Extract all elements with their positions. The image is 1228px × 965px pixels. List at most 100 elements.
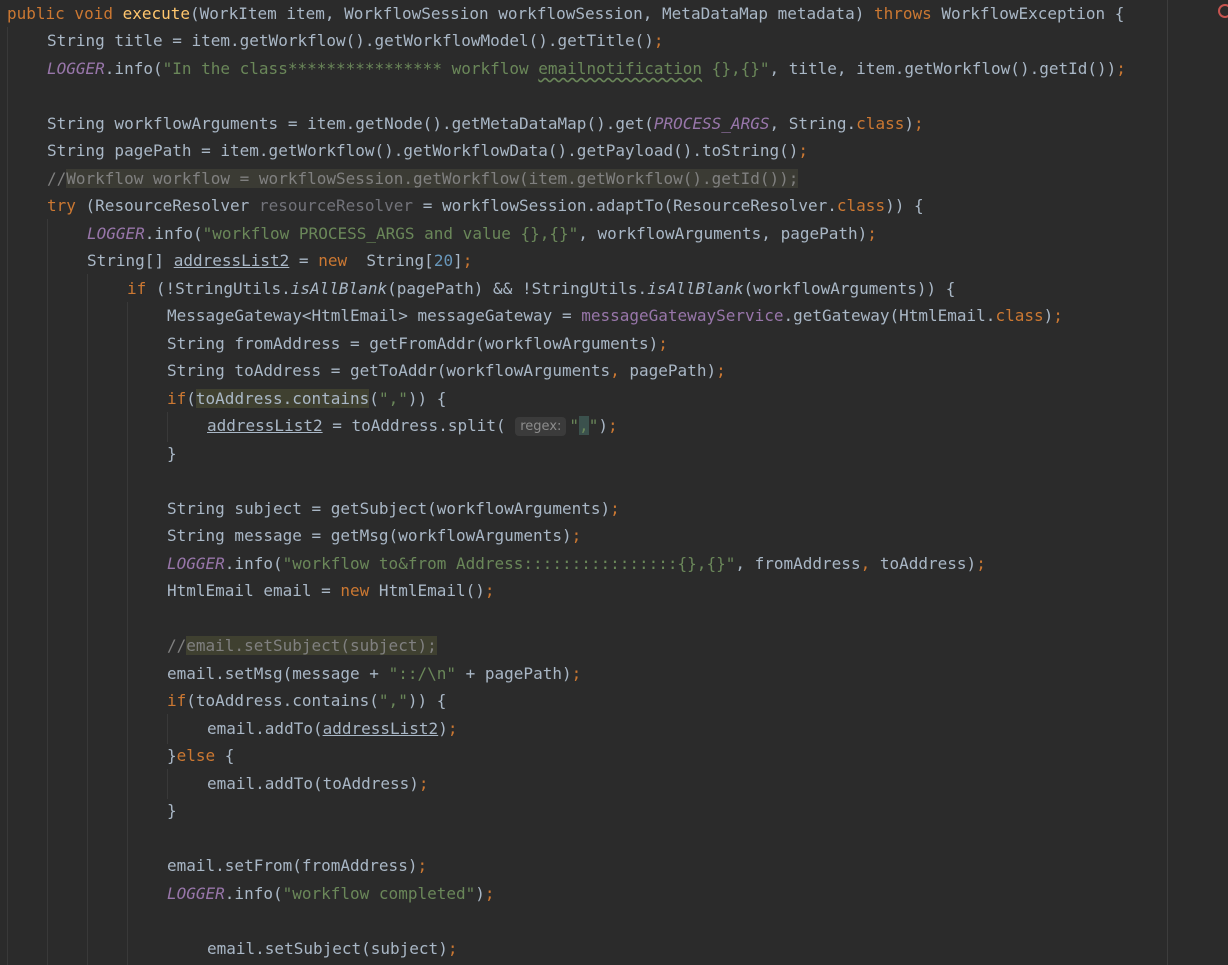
error-indicator-icon[interactable]	[1218, 4, 1228, 18]
code-line-8[interactable]: try (ResourceResolver resourceResolver =…	[7, 192, 924, 219]
code-text: (WorkItem item, WorkflowSession workflow…	[190, 4, 874, 23]
code-line-16[interactable]: addressList2 = toAddress.split( regex: ",…	[7, 412, 618, 439]
code-text: )	[904, 114, 914, 133]
code-text: )	[475, 884, 485, 903]
code-line-35[interactable]: email.setSubject(subject);	[7, 935, 457, 962]
code-line-14[interactable]: String toAddress = getToAddr(workflowArg…	[7, 357, 726, 384]
semicolon: ;	[571, 664, 582, 683]
keyword: throws	[873, 4, 932, 23]
keyword: public void	[7, 4, 123, 23]
keyword: if	[167, 691, 187, 710]
code-line-12[interactable]: MessageGateway<HtmlEmail> messageGateway…	[7, 302, 1063, 329]
code-text: String message = getMsg(workflowArgument…	[167, 526, 572, 545]
semicolon: ;	[1053, 306, 1063, 325]
code-text: email.setSubject(subject)	[207, 939, 448, 958]
code-text: String workflowArguments = item.getNode(…	[47, 114, 654, 133]
string-literal: "workflow completed"	[282, 884, 476, 903]
code-text: (workflowArguments)) {	[743, 279, 956, 298]
code-line-26[interactable]: if(toAddress.contains(",")) {	[7, 687, 446, 714]
field-reference: messageGatewayService	[581, 306, 784, 325]
code-text: )) {	[407, 389, 447, 408]
semicolon: ;	[607, 416, 618, 435]
code-text: )	[598, 416, 608, 435]
unused-variable: resourceResolver	[258, 196, 414, 215]
keyword: try	[47, 196, 76, 215]
code-line-20[interactable]: String message = getMsg(workflowArgument…	[7, 522, 581, 549]
code-text: String subject = getSubject(workflowArgu…	[167, 499, 611, 518]
keyword: new	[340, 581, 370, 600]
static-field: PROCESS_ARGS	[653, 114, 770, 133]
code-text: .info(	[144, 224, 203, 243]
code-line-29[interactable]: email.addTo(toAddress);	[7, 770, 429, 797]
code-line-32[interactable]: email.setFrom(fromAddress);	[7, 852, 427, 879]
code-line-24[interactable]: //email.setSubject(subject);	[7, 632, 437, 659]
code-line-21[interactable]: LOGGER.info("workflow to&from Address:::…	[7, 550, 986, 577]
semicolon: ;	[610, 499, 620, 518]
code-line-11[interactable]: if (!StringUtils.isAllBlank(pagePath) &&…	[7, 275, 955, 302]
code-text: = workflowSession.adaptTo(ResourceResolv…	[413, 196, 837, 215]
comment-marker: //	[167, 636, 187, 655]
closing-brace: }	[167, 801, 177, 820]
code-text: email.setMsg(message +	[167, 664, 389, 683]
code-text: .info(	[104, 59, 163, 78]
code-line-3[interactable]: LOGGER.info("In the class***************…	[7, 55, 1126, 82]
code-line-9[interactable]: LOGGER.info("workflow PROCESS_ARGS and v…	[7, 220, 877, 247]
comma: ,	[610, 361, 620, 380]
code-line-6[interactable]: String pagePath = item.getWorkflow().get…	[7, 137, 808, 164]
code-line-13[interactable]: String fromAddress = getFromAddr(workflo…	[7, 330, 668, 357]
code-text: .getGateway(HtmlEmail.	[783, 306, 996, 325]
code-text: )	[1043, 306, 1054, 325]
keyword: class	[995, 306, 1044, 325]
semicolon: ;	[976, 554, 986, 573]
code-text: = toAddress.split(	[322, 416, 516, 435]
string-literal: "workflow to&from Address:::::::::::::::…	[282, 554, 736, 573]
code-line-5[interactable]: String workflowArguments = item.getNode(…	[7, 110, 924, 137]
code-line-30[interactable]: }	[7, 797, 177, 824]
code-line-7[interactable]: //Workflow workflow = workflowSession.ge…	[7, 165, 799, 192]
string-literal: "	[569, 416, 580, 435]
code-line-15[interactable]: if(toAddress.contains(",")) {	[7, 385, 446, 412]
semicolon: ;	[447, 939, 458, 958]
code-text: String fromAddress = getFromAddr(workflo…	[167, 334, 659, 353]
code-line-25[interactable]: email.setMsg(message + "::/\n" + pagePat…	[7, 660, 581, 687]
semicolon: ;	[798, 141, 808, 160]
code-text: (toAddress.contains(	[186, 691, 379, 710]
keyword: class	[856, 114, 905, 133]
string-literal: ","	[378, 389, 408, 408]
string-literal: "In the class**************** workflow	[162, 59, 539, 78]
code-text: String toAddress = getToAddr(workflowArg…	[167, 361, 611, 380]
code-text: (	[369, 389, 379, 408]
code-line-27[interactable]: email.addTo(addressList2);	[7, 715, 457, 742]
string-literal: "workflow PROCESS_ARGS and value {},{}"	[202, 224, 579, 243]
code-text: )) {	[407, 691, 447, 710]
string-literal: "::/\n"	[388, 664, 456, 683]
code-text: toAddress)	[870, 554, 977, 573]
reassigned-variable: addressList2	[173, 251, 290, 270]
code-line-1[interactable]: public void execute(WorkItem item, Workf…	[7, 0, 1124, 27]
code-line-19[interactable]: String subject = getSubject(workflowArgu…	[7, 495, 620, 522]
code-editor[interactable]: public void execute(WorkItem item, Workf…	[0, 0, 1228, 965]
code-text: .info(	[224, 884, 283, 903]
code-text: (ResourceResolver	[75, 196, 259, 215]
regex-literal: ,	[579, 416, 589, 435]
code-text: WorkflowException {	[931, 4, 1125, 23]
reassigned-variable: addressList2	[207, 416, 323, 435]
static-field: LOGGER	[167, 884, 225, 903]
semicolon: ;	[571, 526, 582, 545]
semicolon: ;	[1116, 59, 1126, 78]
code-text: , String.	[769, 114, 857, 133]
code-line-17[interactable]: }	[7, 440, 177, 467]
static-field: LOGGER	[47, 59, 105, 78]
code-text: ]	[453, 251, 463, 270]
code-line-28[interactable]: }else {	[7, 742, 234, 769]
string-literal: {},{}"	[702, 59, 770, 78]
code-text: (pagePath) && !StringUtils.	[387, 279, 648, 298]
code-line-10[interactable]: String[] addressList2 = new String[20];	[7, 247, 472, 274]
static-method: isAllBlank	[290, 279, 388, 298]
code-line-33[interactable]: LOGGER.info("workflow completed");	[7, 880, 495, 907]
code-line-2[interactable]: String title = item.getWorkflow().getWor…	[7, 27, 664, 54]
code-line-22[interactable]: HtmlEmail email = new HtmlEmail();	[7, 577, 495, 604]
static-field: LOGGER	[167, 554, 225, 573]
semicolon: ;	[658, 334, 668, 353]
code-text: pagePath)	[619, 361, 717, 380]
